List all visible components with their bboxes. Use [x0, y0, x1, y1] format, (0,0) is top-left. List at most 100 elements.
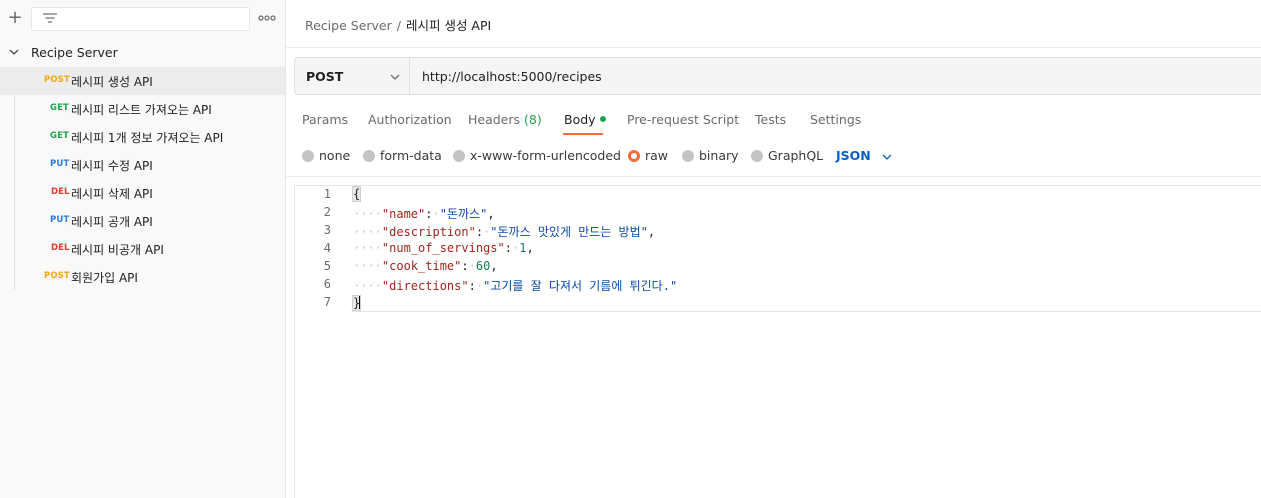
radio-label: raw: [645, 148, 669, 163]
breadcrumb-separator: /: [396, 18, 401, 33]
json-key: "cook_time": [381, 259, 462, 273]
json-value: 60: [475, 259, 491, 273]
method-badge: POST: [44, 75, 70, 85]
body-format-select[interactable]: JSON: [836, 148, 871, 163]
radio-circle: [302, 150, 314, 162]
json-key: "directions": [381, 279, 469, 293]
method-badge: POST: [44, 271, 70, 281]
sidebar-item-label: 회원가입 API: [71, 271, 138, 285]
code-text: ····"cook_time":·60,: [353, 259, 498, 273]
url-bar: POST http://localhost:5000/recipes: [294, 57, 1261, 95]
code-line: 4 ····"num_of_servings":·1,: [295, 240, 1261, 258]
sidebar-item-register[interactable]: POST 회원가입 API: [0, 263, 285, 291]
breadcrumb: Recipe Server / 레시피 생성 API: [305, 15, 491, 34]
tab-authorization[interactable]: Authorization: [368, 112, 452, 136]
method-badge: DEL: [51, 243, 70, 253]
code-editor[interactable]: 1 { 2 ····"name":·"돈까스", 3 ····"descript…: [294, 185, 1261, 498]
radio-circle: [682, 150, 694, 162]
more-options-icon[interactable]: [258, 9, 276, 27]
collection-recipe-server[interactable]: Recipe Server: [0, 42, 286, 64]
headers-count: (8): [524, 112, 542, 127]
code-text: ····"num_of_servings":·1,: [353, 241, 534, 255]
code-text: }: [351, 295, 362, 311]
sidebar-item-label: 레시피 수정 API: [71, 159, 153, 173]
method-badge: PUT: [50, 215, 70, 225]
code-line: 3 ····"description":·"돈까스 맛있게 만드는 방법",: [295, 222, 1261, 240]
method-select[interactable]: POST: [295, 58, 410, 94]
sidebar-item-label: 레시피 생성 API: [71, 75, 153, 89]
radio-circle: [453, 150, 465, 162]
line-number: 5: [323, 259, 331, 273]
sidebar-item-delete-recipe[interactable]: DEL 레시피 삭제 API: [0, 179, 285, 207]
code-line: 6 ····"directions":·"고기를 잘 다져서 기름에 튀긴다.": [295, 276, 1261, 294]
divider: [286, 176, 1261, 177]
line-number: 7: [323, 295, 331, 309]
sidebar-item-label: 레시피 1개 정보 가져오는 API: [71, 131, 224, 145]
url-input[interactable]: http://localhost:5000/recipes: [422, 69, 602, 84]
breadcrumb-current[interactable]: 레시피 생성 API: [406, 18, 491, 33]
code-text: ····"directions":·"고기를 잘 다져서 기름에 튀긴다.": [353, 279, 678, 293]
line-number: 2: [323, 205, 331, 219]
code-line: 1 {: [295, 186, 1261, 204]
method-badge: GET: [50, 131, 69, 141]
breadcrumb-parent[interactable]: Recipe Server: [305, 18, 392, 33]
sidebar-toolbar: +: [0, 0, 286, 38]
line-number: 3: [323, 223, 331, 237]
radio-circle: [751, 150, 763, 162]
sidebar-item-list-recipes[interactable]: GET 레시피 리스트 가져오는 API: [0, 95, 285, 123]
radio-circle-selected: [628, 150, 640, 162]
json-trail: ,: [487, 207, 495, 221]
json-key: "num_of_servings": [381, 241, 505, 255]
tab-settings[interactable]: Settings: [810, 112, 861, 136]
tab-pre-request-script[interactable]: Pre-request Script: [627, 112, 739, 136]
sidebar-item-update-recipe[interactable]: PUT 레시피 수정 API: [0, 151, 285, 179]
tab-params[interactable]: Params: [302, 112, 348, 136]
editor-current-line-border: [351, 311, 1261, 312]
chevron-down-icon[interactable]: [881, 151, 893, 163]
radio-label: binary: [699, 148, 739, 163]
sidebar-item-unpublish-recipe[interactable]: DEL 레시피 비공개 API: [0, 235, 285, 263]
method-badge: GET: [50, 103, 69, 113]
sidebar: + Recipe Server POST 레시피 생성 API GET 레시피 …: [0, 0, 286, 498]
collection-name: Recipe Server: [31, 45, 118, 60]
tab-label: Headers: [468, 112, 521, 127]
sidebar-item-create-recipe[interactable]: POST 레시피 생성 API: [0, 67, 285, 95]
body-indicator-dot: [599, 116, 606, 122]
json-trail: ,: [647, 225, 656, 239]
tab-tests[interactable]: Tests: [755, 112, 786, 136]
radio-circle: [363, 150, 375, 162]
json-value: "고기를 잘 다져서 기름에 튀긴다.": [483, 279, 678, 293]
radio-label: GraphQL: [768, 148, 824, 163]
tab-headers[interactable]: Headers (8): [468, 112, 542, 136]
radio-label: x-www-form-urlencoded: [470, 148, 621, 163]
radio-label: form-data: [380, 148, 442, 163]
add-icon[interactable]: +: [6, 8, 24, 28]
json-trail: ,: [490, 259, 498, 273]
chevron-down-icon[interactable]: [8, 46, 20, 58]
search-input[interactable]: [31, 7, 250, 31]
json-key: "name": [381, 207, 426, 221]
request-panel: Recipe Server / 레시피 생성 API POST http://loc…: [286, 0, 1261, 498]
method-badge: PUT: [50, 159, 70, 169]
active-tab-indicator: [563, 133, 603, 135]
json-trail: ,: [526, 241, 534, 255]
code-line: 2 ····"name":·"돈까스",: [295, 204, 1261, 222]
sidebar-item-label: 레시피 리스트 가져오는 API: [71, 103, 212, 117]
sidebar-item-get-recipe[interactable]: GET 레시피 1개 정보 가져오는 API: [0, 123, 285, 151]
sidebar-item-publish-recipe[interactable]: PUT 레시피 공개 API: [0, 207, 285, 235]
code-text: {: [351, 186, 362, 202]
line-number: 1: [323, 187, 331, 201]
code-line: 5 ····"cook_time":·60,: [295, 258, 1261, 276]
chevron-down-icon: [390, 74, 400, 80]
filter-icon: [43, 13, 57, 23]
code-text: ····"name":·"돈까스",: [353, 207, 495, 221]
sidebar-item-label: 레시피 비공개 API: [71, 243, 164, 257]
method-select-value: POST: [306, 69, 344, 84]
sidebar-item-label: 레시피 삭제 API: [71, 187, 153, 201]
open-brace: {: [351, 186, 362, 202]
sidebar-item-label: 레시피 공개 API: [71, 215, 153, 229]
text-cursor: [359, 295, 362, 309]
radio-label: none: [319, 148, 351, 163]
divider: [286, 47, 1261, 48]
line-number: 4: [323, 241, 331, 255]
